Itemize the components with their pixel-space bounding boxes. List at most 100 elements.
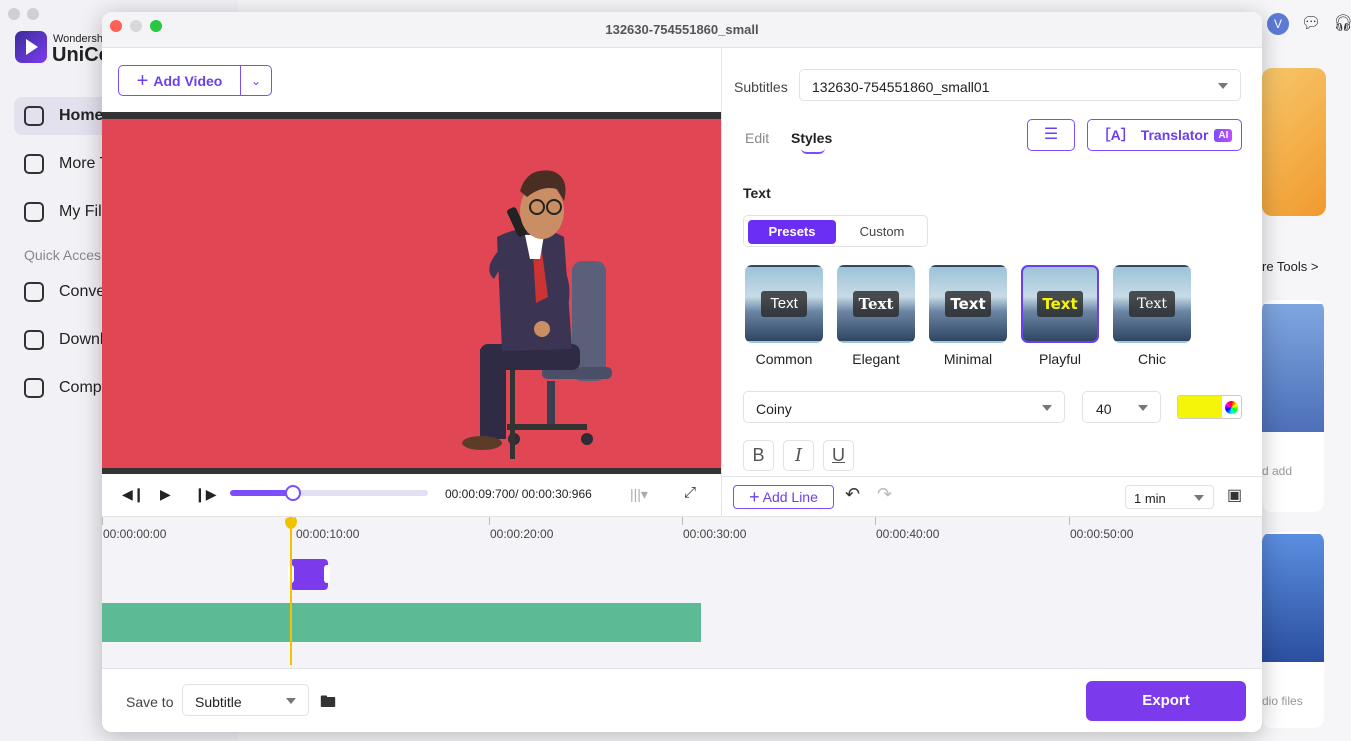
preset-thumbnail: Text (745, 265, 823, 343)
underline-button[interactable]: U (823, 440, 854, 471)
bg-minimize-dot[interactable] (27, 8, 39, 20)
add-video-dropdown[interactable]: ⌄ (241, 66, 271, 95)
app-logo (15, 31, 47, 63)
timeline-tick: 00:00:30:00 (683, 527, 747, 541)
font-value: Coiny (756, 401, 792, 417)
compress-icon (24, 378, 44, 398)
tick-mark (875, 517, 876, 525)
quick-access-label: Quick Acces (24, 247, 102, 263)
subtitles-select[interactable]: 132630-754551860_small01 (799, 69, 1241, 101)
undo-icon[interactable]: ↶ (845, 484, 860, 505)
chevron-down-icon (1138, 405, 1148, 411)
preset-label: Common (755, 351, 813, 367)
chevron-down-icon (1194, 495, 1204, 501)
tab-styles[interactable]: Styles (791, 130, 832, 146)
tool-card[interactable]: dio files (1262, 532, 1324, 728)
tick-mark (489, 517, 490, 525)
video-preview[interactable] (102, 112, 721, 474)
timeline-zoom-select[interactable]: 1 min (1125, 485, 1214, 509)
custom-tab[interactable]: Custom (840, 220, 924, 244)
previous-frame-icon[interactable]: ◀❙ (122, 486, 145, 503)
file-icon (24, 202, 44, 222)
next-frame-icon[interactable]: ❙▶ (194, 486, 217, 503)
export-button[interactable]: Export (1086, 681, 1246, 721)
ai-badge: AI (1214, 128, 1233, 142)
subtitle-list-button[interactable]: ☰ (1027, 119, 1075, 151)
font-size-value: 40 (1096, 401, 1112, 417)
preset-sample-text: Text (1129, 291, 1175, 317)
businessman-illustration (462, 170, 612, 459)
preset-elegant[interactable]: Text Elegant (834, 265, 918, 367)
avatar[interactable]: V (1267, 13, 1289, 35)
waveform-icon[interactable]: |||▾ (630, 486, 648, 503)
add-line-button[interactable]: + Add Line (733, 485, 834, 509)
translator-label: Translator (1140, 127, 1209, 143)
preset-chic[interactable]: Text Chic (1110, 265, 1194, 367)
save-to-select[interactable]: Subtitle (182, 684, 309, 716)
video-track-clip[interactable] (102, 603, 701, 642)
translate-icon: ［A］ (1096, 127, 1135, 143)
preset-label: Elegant (852, 351, 900, 367)
chevron-down-icon: ⌄ (250, 73, 262, 88)
folder-icon[interactable]: 🖿 (320, 691, 336, 718)
progress-handle[interactable] (285, 485, 302, 501)
support-icon[interactable]: 🎧︎ (1333, 14, 1351, 34)
footer: Save to Subtitle 🖿 Export (102, 668, 1262, 732)
card-image (1262, 304, 1324, 432)
play-icon[interactable]: ▶ (160, 486, 171, 503)
chevron-down-icon (286, 698, 296, 704)
preset-thumbnail: Text (837, 265, 915, 343)
chat-icon[interactable]: 💬︎ (1301, 14, 1321, 34)
timecode: 00:00:09:700/ 00:00:30:966 (445, 487, 592, 501)
toolbox-icon (24, 154, 44, 174)
subtitles-label: Subtitles (734, 79, 788, 95)
timeline[interactable]: 00:00:00:00 00:00:10:00 00:00:20:00 00:0… (102, 516, 1262, 668)
tick-mark (682, 517, 683, 525)
converter-icon (24, 282, 44, 302)
plus-icon: + (136, 69, 149, 92)
preset-label: Chic (1137, 351, 1166, 367)
timeline-tick: 00:00:20:00 (490, 527, 554, 541)
font-size-select[interactable]: 40 (1082, 391, 1161, 423)
preset-label: Minimal (943, 351, 993, 367)
chevron-down-icon (1218, 83, 1228, 89)
progress-bar[interactable] (230, 485, 428, 501)
sidebar-item-label: Comp (59, 379, 102, 396)
preset-thumbnail: Text (929, 265, 1007, 343)
playhead[interactable] (290, 517, 292, 665)
translator-button[interactable]: ［A］ Translator AI (1087, 119, 1242, 151)
download-icon (24, 330, 44, 350)
card-text: d add (1262, 464, 1293, 478)
feature-card[interactable] (1262, 68, 1326, 216)
presets-tab[interactable]: Presets (748, 220, 836, 244)
chevron-down-icon (1042, 405, 1052, 411)
home-icon (24, 106, 44, 126)
tick-mark (102, 517, 103, 525)
tool-card[interactable]: d add (1262, 300, 1324, 512)
add-video-button-group: + Add Video ⌄ (118, 65, 272, 96)
subtitle-clip[interactable] (288, 559, 330, 590)
text-color-picker[interactable] (1177, 395, 1242, 419)
preset-sample-text: Text (761, 291, 807, 317)
preset-minimal[interactable]: Text Minimal (926, 265, 1010, 367)
redo-icon[interactable]: ↷ (877, 484, 892, 505)
bold-button[interactable]: B (743, 440, 774, 471)
preset-common[interactable]: Text Common (742, 265, 826, 367)
subtitles-value: 132630-754551860_small01 (812, 79, 990, 95)
timeline-tick: 00:00:00:00 (103, 527, 167, 541)
preset-sample-text: Text (1037, 291, 1083, 317)
sidebar-item-label: Conve (59, 283, 106, 300)
font-family-select[interactable]: Coiny (743, 391, 1065, 423)
card-image (1262, 534, 1324, 662)
image-export-icon[interactable]: ▣ (1227, 485, 1242, 505)
window-title: 132630-754551860_small (605, 22, 759, 37)
fullscreen-icon[interactable]: ⤢ (684, 484, 696, 501)
more-tools-link[interactable]: re Tools > (1262, 259, 1319, 274)
timeline-tick: 00:00:40:00 (876, 527, 940, 541)
bg-close-dot[interactable] (8, 8, 20, 20)
add-video-button[interactable]: + Add Video (119, 66, 241, 95)
tab-edit[interactable]: Edit (745, 130, 769, 146)
zoom-value: 1 min (1134, 491, 1166, 506)
preset-playful[interactable]: Text Playful (1018, 265, 1102, 367)
italic-button[interactable]: I (783, 440, 814, 471)
